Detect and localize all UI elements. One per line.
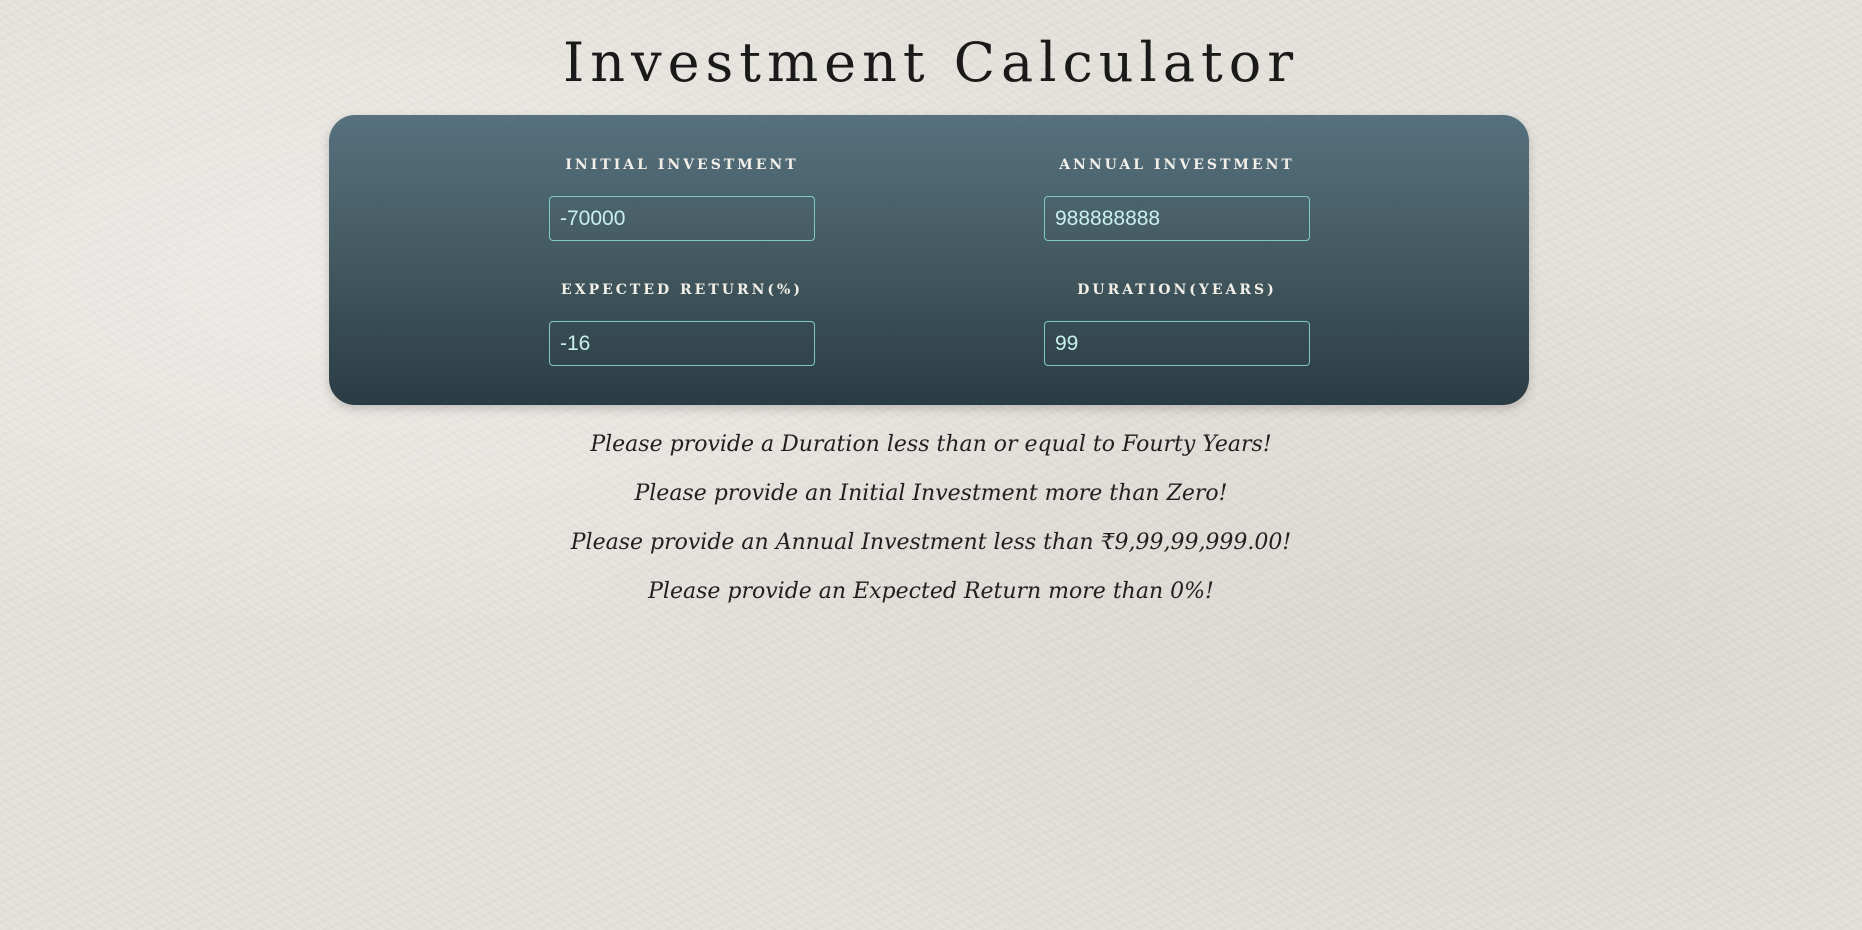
validation-message-annual-investment: Please provide an Annual Investment less… bbox=[570, 530, 1292, 555]
expected-return-input[interactable] bbox=[549, 321, 815, 366]
initial-investment-field: Initial Investment bbox=[549, 155, 815, 241]
expected-return-field: Expected Return(%) bbox=[549, 280, 815, 366]
duration-label: Duration(Years) bbox=[1077, 282, 1277, 298]
validation-message-duration: Please provide a Duration less than or e… bbox=[590, 432, 1272, 457]
calculator-panel: Initial Investment Annual Investment Exp… bbox=[329, 115, 1529, 405]
duration-field: Duration(Years) bbox=[1044, 280, 1310, 366]
validation-messages: Please provide a Duration less than or e… bbox=[0, 420, 1862, 616]
page-title: Investment Calculator bbox=[562, 31, 1300, 94]
annual-investment-input[interactable] bbox=[1044, 196, 1310, 241]
expected-return-label: Expected Return(%) bbox=[561, 282, 803, 298]
initial-investment-input[interactable] bbox=[549, 196, 815, 241]
validation-message-expected-return: Please provide an Expected Return more t… bbox=[648, 579, 1214, 604]
duration-input[interactable] bbox=[1044, 321, 1310, 366]
validation-message-initial-investment: Please provide an Initial Investment mor… bbox=[634, 481, 1228, 506]
initial-investment-label: Initial Investment bbox=[565, 157, 799, 173]
annual-investment-label: Annual Investment bbox=[1059, 157, 1295, 173]
annual-investment-field: Annual Investment bbox=[1044, 155, 1310, 241]
